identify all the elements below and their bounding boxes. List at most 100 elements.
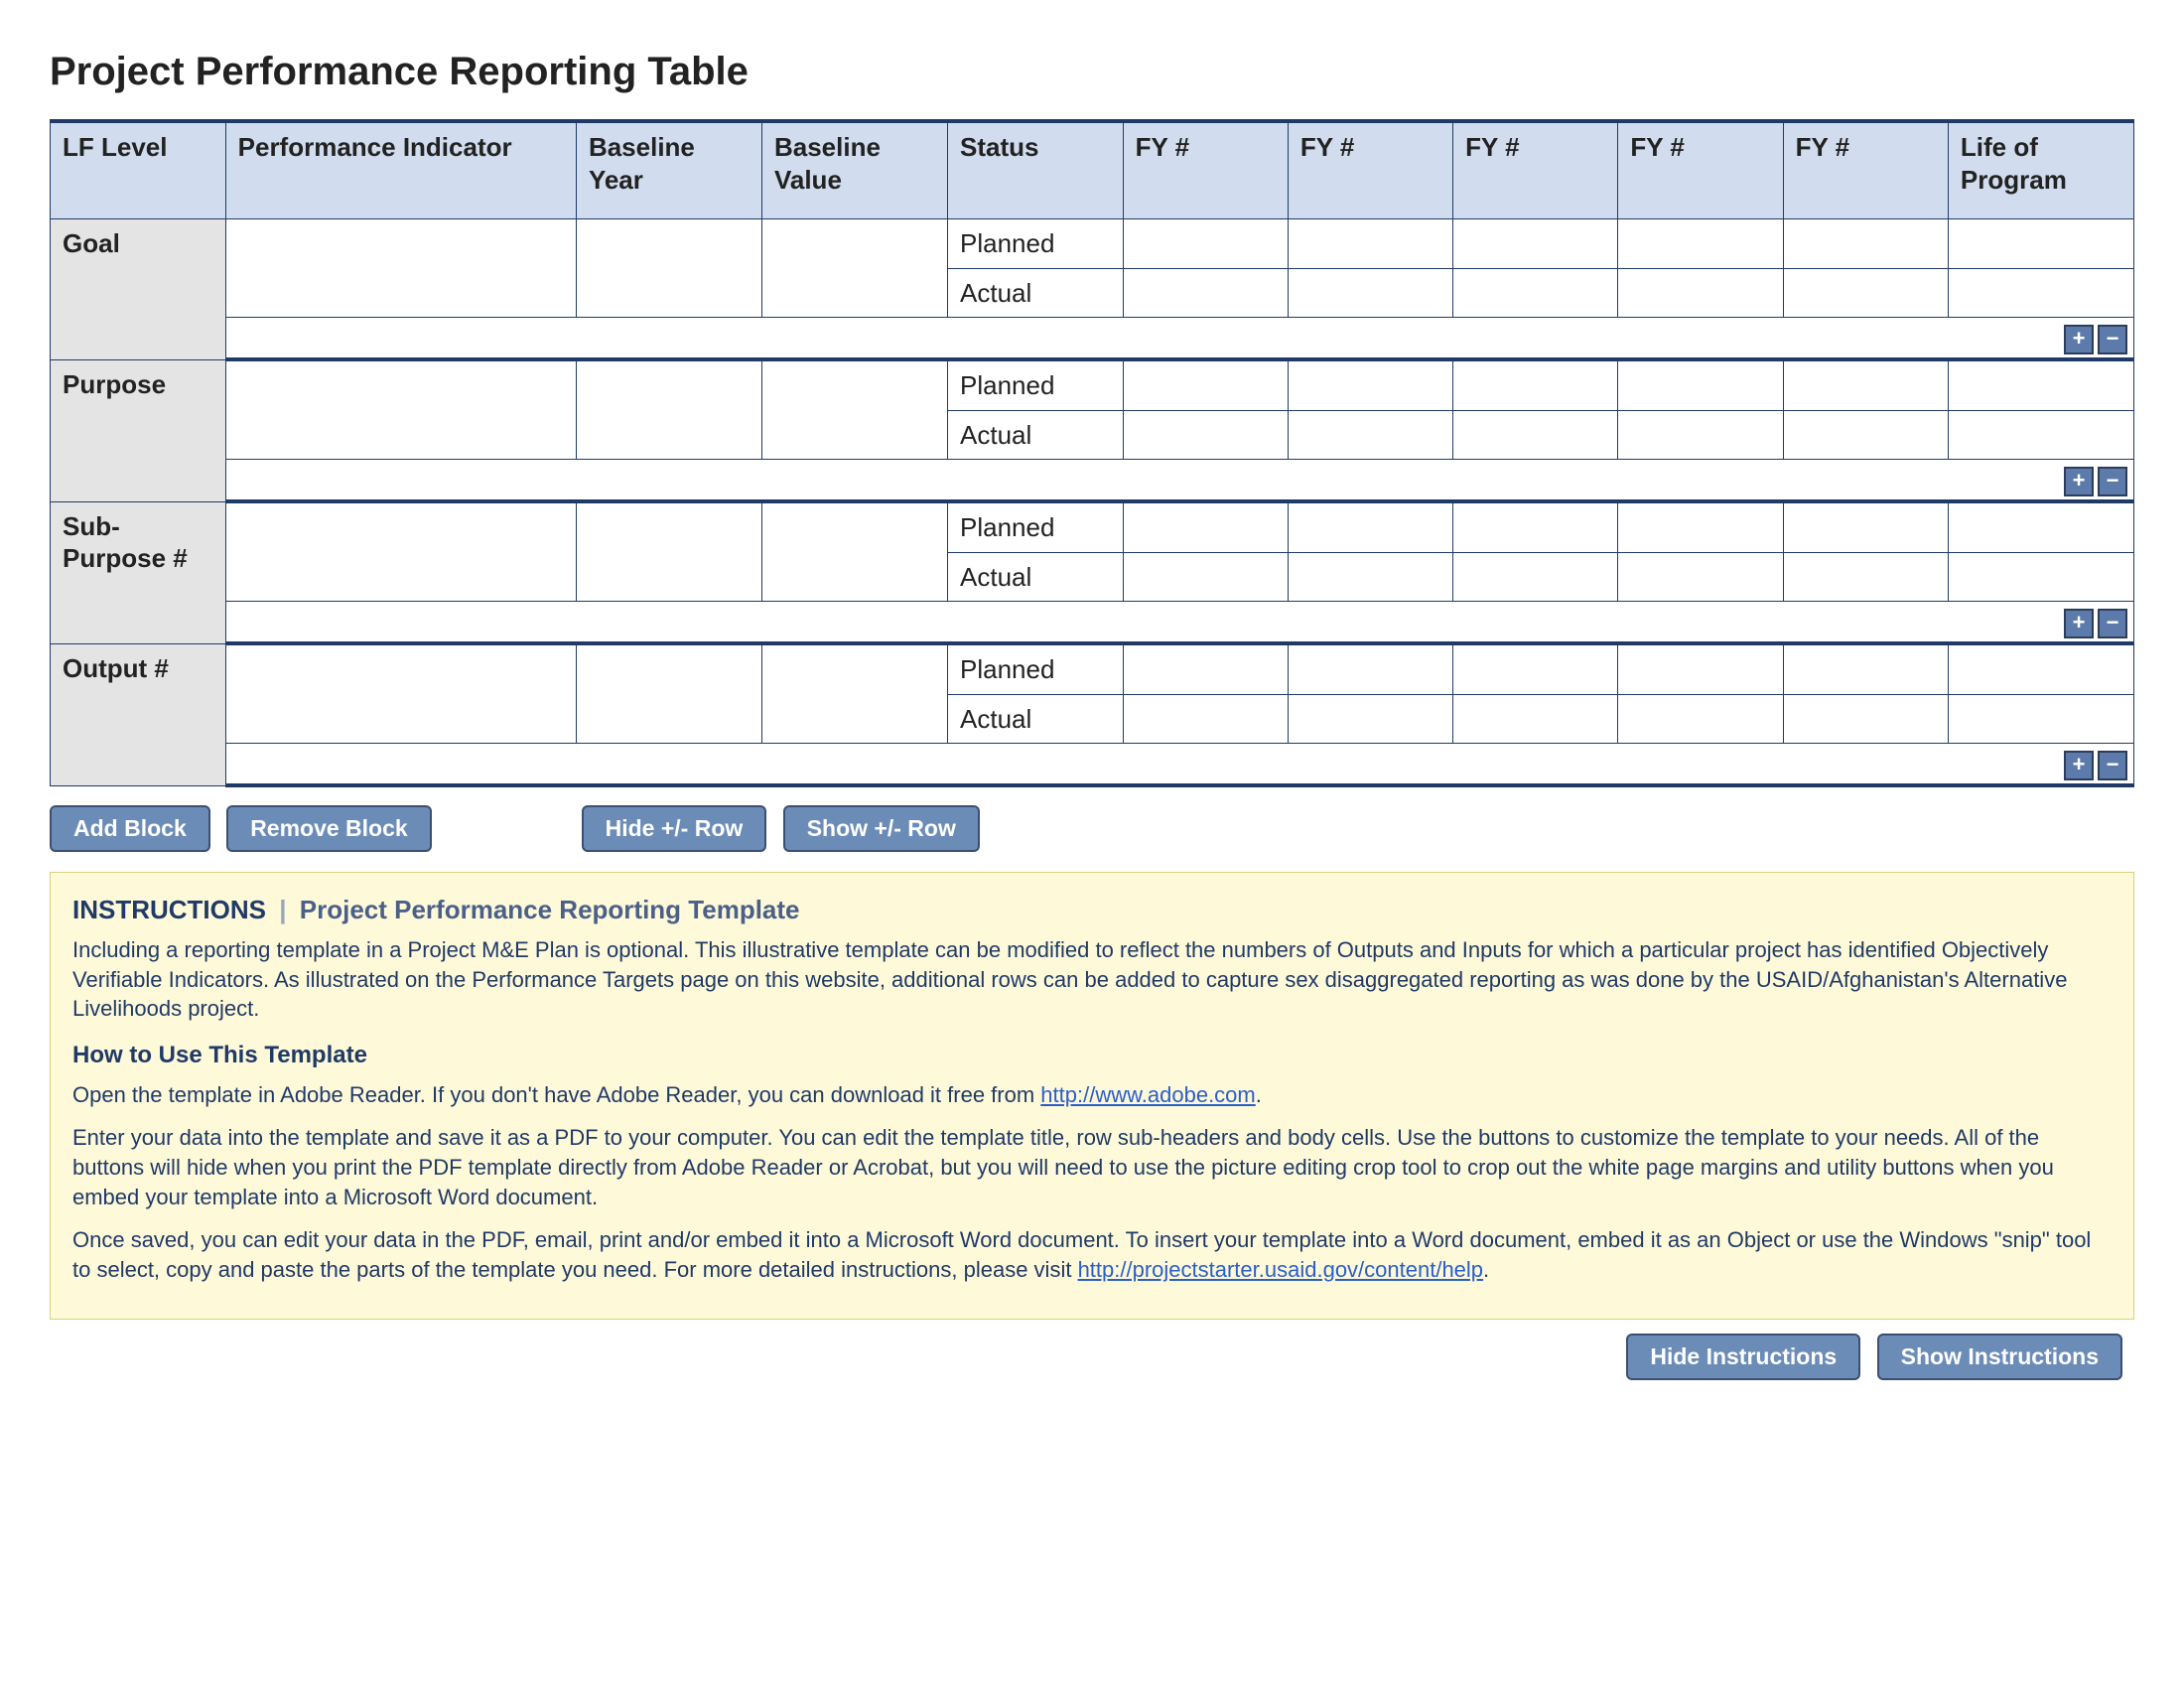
cell[interactable]: [1783, 219, 1948, 269]
cell[interactable]: [1783, 501, 1948, 552]
cell[interactable]: [576, 219, 761, 318]
cell[interactable]: [1453, 643, 1618, 694]
cell[interactable]: [1123, 219, 1288, 269]
p4-text-b: .: [1483, 1257, 1489, 1282]
status-planned: Planned: [948, 501, 1124, 552]
cell[interactable]: [1288, 359, 1452, 410]
help-link[interactable]: http://projectstarter.usaid.gov/content/…: [1078, 1257, 1483, 1282]
table-row: Output #Planned: [51, 643, 2134, 694]
add-block-button[interactable]: Add Block: [50, 805, 210, 852]
page-title: Project Performance Reporting Table: [50, 50, 2134, 94]
cell[interactable]: [576, 359, 761, 460]
plus-icon[interactable]: +: [2064, 751, 2094, 780]
instruction-button-row: Hide Instructions Show Instructions: [50, 1334, 2134, 1380]
instructions-p3: Enter your data into the template and sa…: [72, 1123, 2112, 1211]
cell[interactable]: [1948, 643, 2133, 694]
cell[interactable]: [1123, 643, 1288, 694]
col-baseline-value: Baseline Value: [761, 121, 947, 219]
cell[interactable]: [1618, 501, 1783, 552]
cell[interactable]: [1288, 552, 1452, 602]
col-lf-level: LF Level: [51, 121, 226, 219]
cell[interactable]: [1288, 501, 1452, 552]
cell[interactable]: [1783, 552, 1948, 602]
cell[interactable]: [761, 359, 947, 460]
cell[interactable]: [1618, 552, 1783, 602]
cell[interactable]: [1288, 694, 1452, 744]
cell[interactable]: [1453, 219, 1618, 269]
col-baseline-year: Baseline Year: [576, 121, 761, 219]
adobe-link[interactable]: http://www.adobe.com: [1040, 1082, 1255, 1107]
cell[interactable]: [1288, 219, 1452, 269]
cell[interactable]: [225, 643, 576, 744]
cell[interactable]: [1948, 552, 2133, 602]
show-pm-row-button[interactable]: Show +/- Row: [783, 805, 980, 852]
cell[interactable]: [1453, 694, 1618, 744]
lf-cell[interactable]: Sub-Purpose #: [51, 501, 226, 643]
cell[interactable]: [1123, 410, 1288, 460]
cell[interactable]: [1783, 643, 1948, 694]
cell[interactable]: [1453, 501, 1618, 552]
plus-icon[interactable]: +: [2064, 325, 2094, 354]
cell[interactable]: [1948, 359, 2133, 410]
cell[interactable]: [761, 643, 947, 744]
cell[interactable]: [1453, 410, 1618, 460]
cell[interactable]: [1948, 501, 2133, 552]
cell[interactable]: [1948, 219, 2133, 269]
cell[interactable]: [1123, 552, 1288, 602]
lf-cell[interactable]: Purpose: [51, 359, 226, 501]
cell[interactable]: [1783, 268, 1948, 318]
cell[interactable]: [1618, 359, 1783, 410]
col-fy-5: FY #: [1783, 121, 1948, 219]
remove-block-button[interactable]: Remove Block: [226, 805, 432, 852]
cell[interactable]: [1453, 268, 1618, 318]
col-status: Status: [948, 121, 1124, 219]
cell[interactable]: [225, 219, 576, 318]
lf-cell[interactable]: Goal: [51, 219, 226, 360]
plus-icon[interactable]: +: [2064, 467, 2094, 496]
minus-icon[interactable]: −: [2098, 751, 2127, 780]
cell[interactable]: [1288, 268, 1452, 318]
cell[interactable]: [1948, 694, 2133, 744]
cell[interactable]: [1783, 359, 1948, 410]
cell[interactable]: [1618, 219, 1783, 269]
pm-cell: +−: [225, 318, 2133, 360]
hide-pm-row-button[interactable]: Hide +/- Row: [582, 805, 767, 852]
cell[interactable]: [1618, 643, 1783, 694]
cell[interactable]: [1783, 694, 1948, 744]
cell[interactable]: [1123, 501, 1288, 552]
hide-instructions-button[interactable]: Hide Instructions: [1626, 1334, 1860, 1380]
instructions-p1: Including a reporting template in a Proj…: [72, 935, 2112, 1024]
cell[interactable]: [1288, 643, 1452, 694]
col-fy-2: FY #: [1288, 121, 1452, 219]
cell[interactable]: [1618, 694, 1783, 744]
show-instructions-button[interactable]: Show Instructions: [1877, 1334, 2122, 1380]
cell[interactable]: [1123, 359, 1288, 410]
cell[interactable]: [1948, 268, 2133, 318]
minus-icon[interactable]: −: [2098, 609, 2127, 638]
plus-icon[interactable]: +: [2064, 609, 2094, 638]
cell[interactable]: [576, 501, 761, 602]
status-planned: Planned: [948, 219, 1124, 269]
cell[interactable]: [1123, 694, 1288, 744]
cell[interactable]: [576, 643, 761, 744]
cell[interactable]: [1453, 359, 1618, 410]
cell[interactable]: [761, 219, 947, 318]
status-actual: Actual: [948, 410, 1124, 460]
cell[interactable]: [225, 359, 576, 460]
lf-cell[interactable]: Output #: [51, 643, 226, 785]
pm-cell: +−: [225, 744, 2133, 786]
cell[interactable]: [1123, 268, 1288, 318]
pm-cell: +−: [225, 460, 2133, 502]
cell[interactable]: [1783, 410, 1948, 460]
cell[interactable]: [225, 501, 576, 602]
cell[interactable]: [1288, 410, 1452, 460]
pm-cell: +−: [225, 602, 2133, 644]
cell[interactable]: [1618, 410, 1783, 460]
cell[interactable]: [1618, 268, 1783, 318]
cell[interactable]: [1948, 410, 2133, 460]
minus-icon[interactable]: −: [2098, 325, 2127, 354]
table-row: PurposePlanned: [51, 359, 2134, 410]
cell[interactable]: [761, 501, 947, 602]
minus-icon[interactable]: −: [2098, 467, 2127, 496]
cell[interactable]: [1453, 552, 1618, 602]
